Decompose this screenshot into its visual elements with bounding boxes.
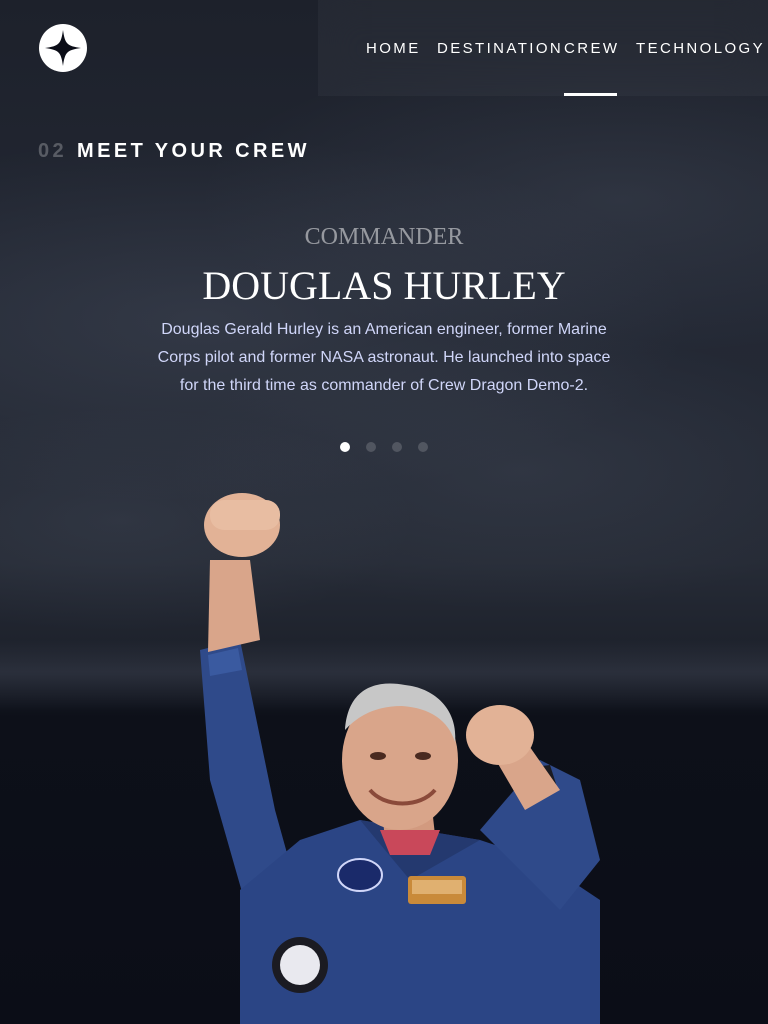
nav-home[interactable]: HOME bbox=[366, 40, 421, 96]
nav-technology[interactable]: TECHNOLOGY bbox=[636, 40, 765, 96]
section-title: MEET YOUR CREW bbox=[77, 140, 310, 162]
crew-role: COMMANDER bbox=[304, 224, 464, 250]
star-logo-icon bbox=[45, 30, 81, 66]
crew-name: DOUGLAS HURLEY bbox=[202, 263, 566, 308]
nav-crew[interactable]: CREW bbox=[564, 40, 619, 96]
main-nav: HOME DESTINATION CREW TECHNOLOGY bbox=[318, 0, 768, 96]
crew-dot-3[interactable] bbox=[392, 442, 402, 452]
crew-dot-2[interactable] bbox=[366, 442, 376, 452]
section-number: 02 bbox=[38, 140, 68, 162]
section-heading: 02 MEET YOUR CREW bbox=[38, 140, 310, 163]
crew-dot-4[interactable] bbox=[418, 442, 428, 452]
crew-dot-1[interactable] bbox=[340, 442, 350, 452]
nav-destination[interactable]: DESTINATION bbox=[437, 40, 563, 96]
crew-pagination bbox=[340, 442, 428, 452]
logo[interactable] bbox=[39, 24, 87, 72]
crew-bio: Douglas Gerald Hurley is an American eng… bbox=[157, 321, 611, 394]
crew-photo bbox=[200, 493, 600, 1024]
